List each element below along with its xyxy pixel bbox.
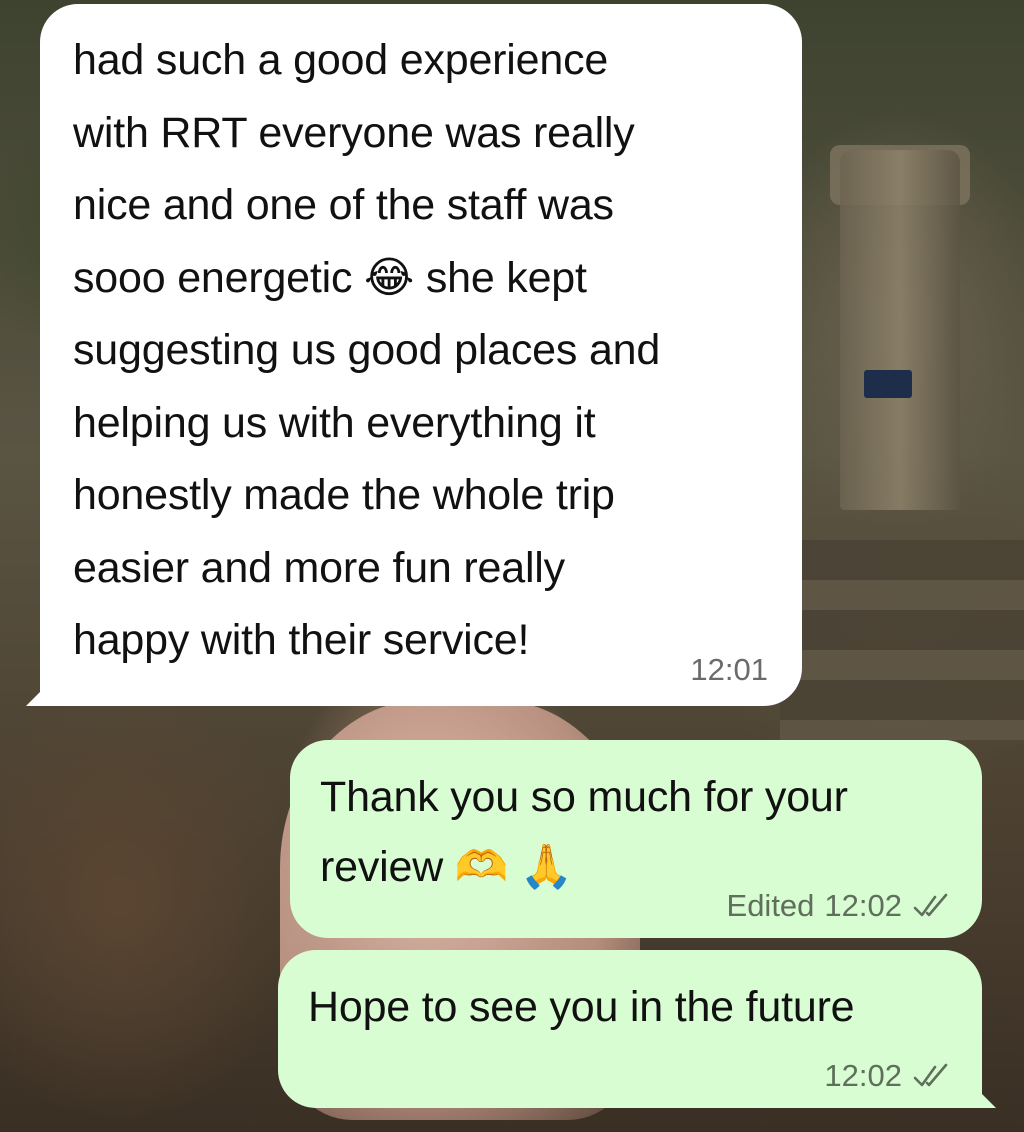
message-timestamp: 12:01 [690, 652, 768, 687]
message-text: had such a good experience with RRT ever… [73, 36, 661, 664]
double-check-icon [913, 1063, 948, 1087]
message-meta: Edited 12:02 [727, 888, 952, 924]
outgoing-message-bubble[interactable]: Hope to see you in the future 12:02 [278, 950, 996, 1108]
message-text: Thank you so much for your review 🫶 🙏 [320, 773, 848, 891]
edited-label: Edited [726, 888, 815, 923]
wallpaper-stone-pillar [840, 150, 960, 510]
incoming-message-bubble[interactable]: had such a good experience with RRT ever… [26, 4, 802, 706]
double-check-icon [913, 893, 948, 917]
message-timestamp: 12:02 [824, 1058, 902, 1093]
wallpaper-plaque [864, 370, 912, 398]
message-timestamp: 12:02 [824, 888, 902, 923]
message-text: Hope to see you in the future [308, 983, 855, 1031]
message-meta: 12:02 [824, 1058, 952, 1094]
outgoing-message-bubble[interactable]: Thank you so much for your review 🫶 🙏 Ed… [290, 740, 982, 938]
wallpaper-steps [780, 540, 1024, 740]
